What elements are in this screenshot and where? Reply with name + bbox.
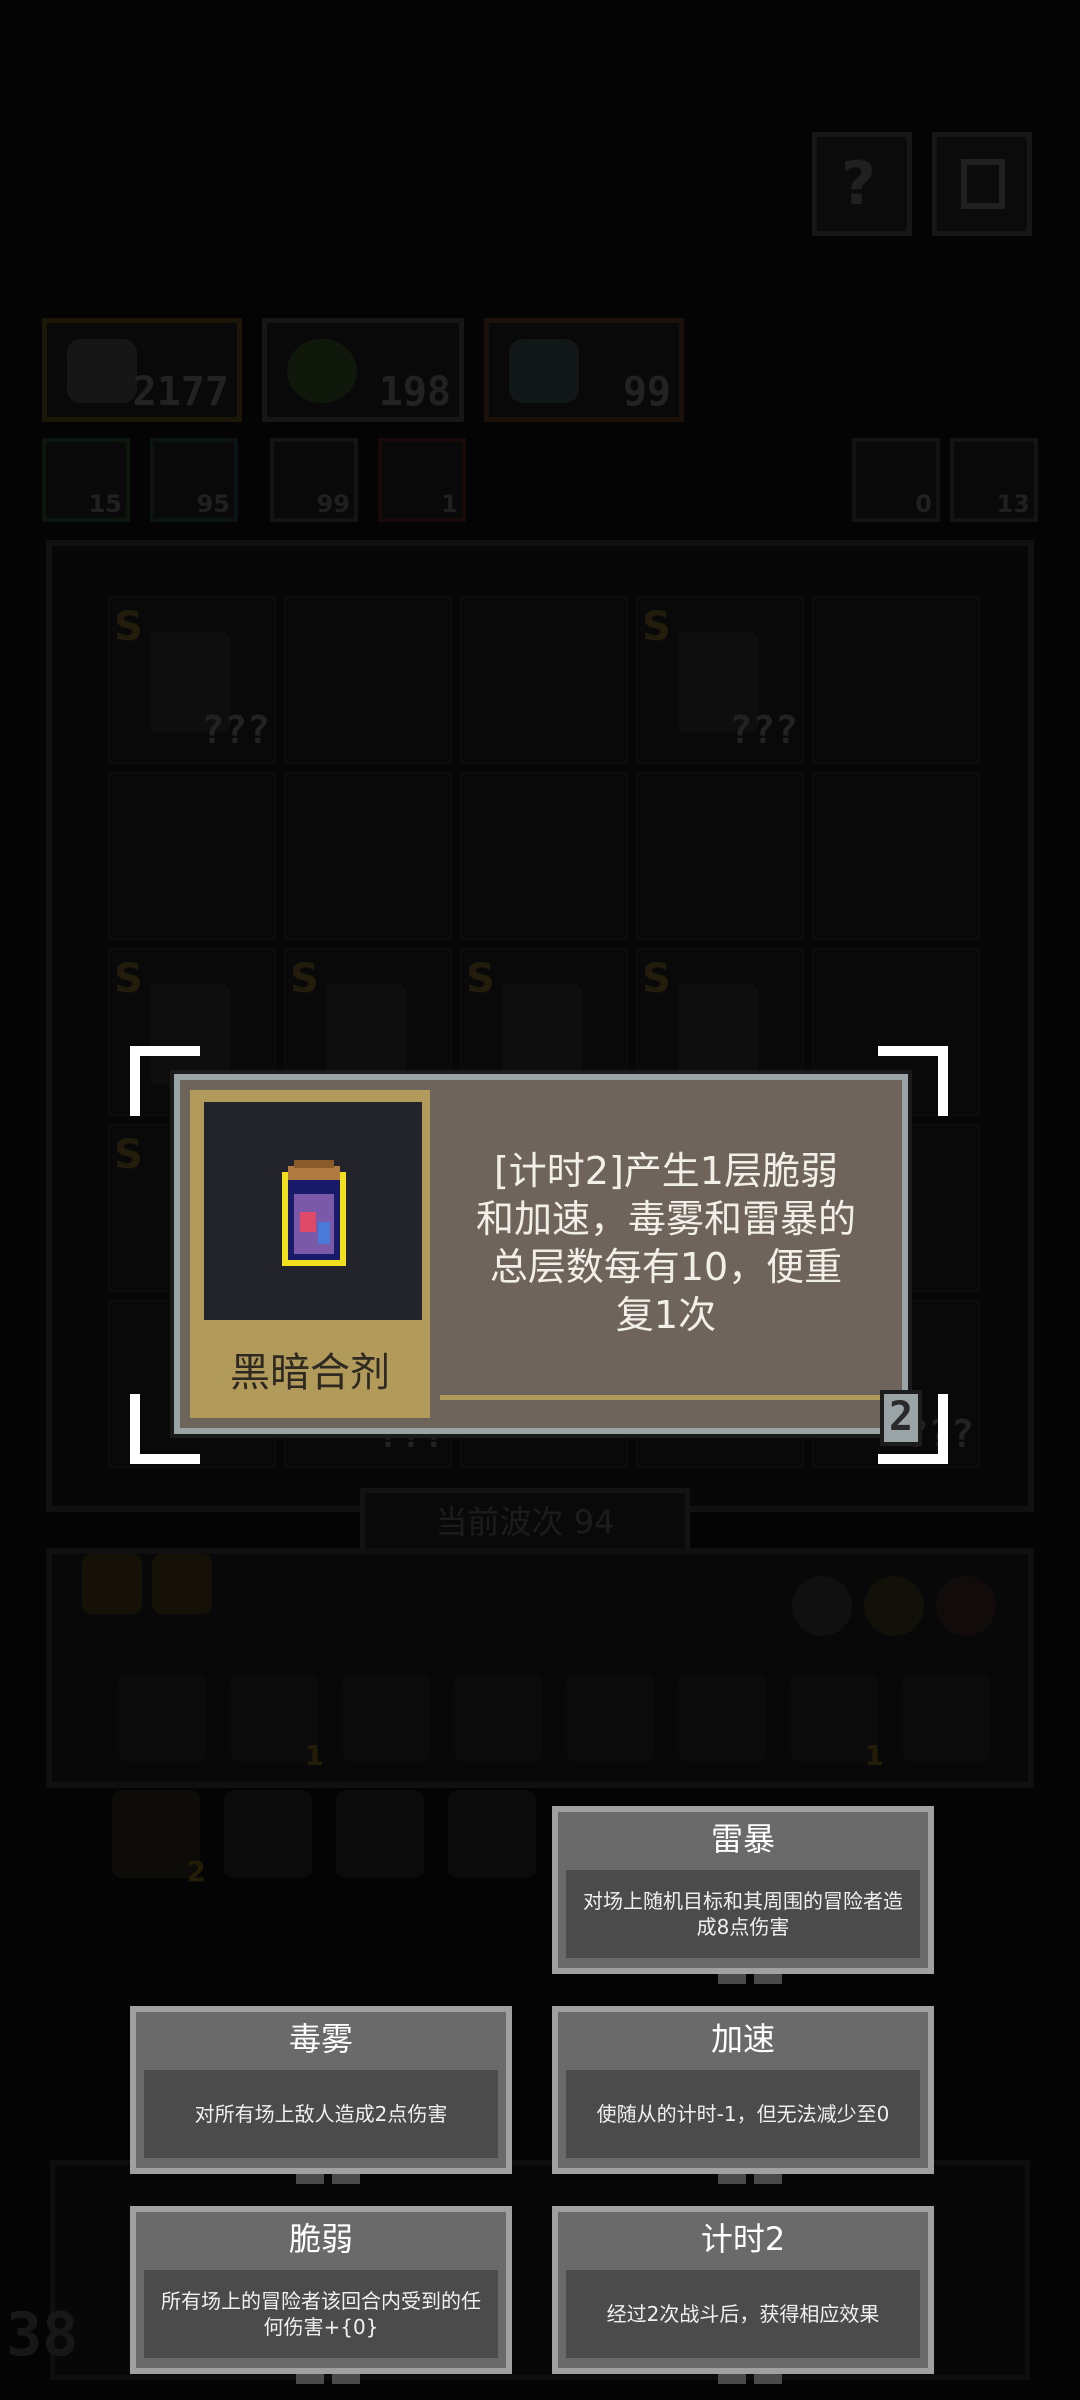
- rank-label: S: [466, 956, 495, 1002]
- board-cell[interactable]: [460, 596, 628, 764]
- pause-button[interactable]: [932, 132, 1032, 236]
- character-icon: [678, 984, 758, 1084]
- board-cell[interactable]: [812, 596, 980, 764]
- stat-orbs: 198: [262, 318, 464, 422]
- item-level-badge: 2: [880, 1390, 922, 1446]
- board-cell[interactable]: [284, 772, 452, 940]
- stat-robot-value: 99: [622, 369, 671, 415]
- rank-label: S: [642, 604, 671, 650]
- tooltip-timer[interactable]: 计时2 经过2次战斗后，获得相应效果: [552, 2206, 934, 2384]
- inventory-item[interactable]: [336, 1790, 424, 1878]
- item-count: 2: [186, 1855, 206, 1888]
- green-orbs-icon: [287, 339, 357, 403]
- mini-stat-swirl-value: 95: [196, 490, 230, 518]
- tooltip-title: 加速: [710, 2020, 775, 2058]
- item-card: 黑暗合剂 [计时2]产生1层脆弱和加速，毒雾和雷暴的总层数每有10，便重复1次 …: [174, 1074, 922, 1446]
- tooltip-vulnerable[interactable]: 脆弱 所有场上的冒险者该回合内受到的任何伤害+{0}: [130, 2206, 512, 2384]
- mini-stat-bolt: 13: [950, 438, 1038, 522]
- rank-label: S: [114, 956, 143, 1002]
- unknown-value: ???: [201, 708, 270, 752]
- tooltip-body: 对场上随机目标和其周围的冒险者造成8点伤害: [566, 1870, 920, 1958]
- tooltip-body: 使随从的计时-1，但无法减少至0: [566, 2070, 920, 2158]
- item-description: [计时2]产生1层脆弱和加速，毒雾和雷暴的总层数每有10，便重复1次: [476, 1148, 857, 1337]
- stat-robot: 99: [484, 318, 684, 422]
- inventory-item[interactable]: [454, 1674, 542, 1762]
- item-count: 1: [304, 1739, 324, 1772]
- help-button[interactable]: ?: [812, 132, 912, 236]
- tooltip-title: 雷暴: [710, 1820, 775, 1858]
- tooltip-title: 脆弱: [288, 2220, 353, 2258]
- item-count: 1: [864, 1739, 884, 1772]
- inventory-item[interactable]: [448, 1790, 536, 1878]
- stat-attack-value: 2177: [132, 369, 229, 415]
- inventory-panel: 1 1: [46, 1548, 1034, 1788]
- inventory-item[interactable]: 1: [790, 1674, 884, 1772]
- ring-icon[interactable]: [792, 1576, 852, 1636]
- unknown-value: ???: [729, 708, 798, 752]
- pause-icon: [961, 159, 1005, 209]
- inventory-item[interactable]: [902, 1674, 990, 1762]
- mini-stat-heart-value: 1: [441, 490, 458, 518]
- stat-attack: 2177: [42, 318, 242, 422]
- board-cell[interactable]: [812, 772, 980, 940]
- mini-stat-bolt-value: 13: [996, 490, 1030, 518]
- board-cell[interactable]: S???: [636, 596, 804, 764]
- item-icon-frame: [204, 1102, 422, 1320]
- character-icon: [502, 984, 582, 1084]
- rank-label: S: [290, 956, 319, 1002]
- mini-stat-leaf-value: 15: [88, 490, 122, 518]
- board-cell[interactable]: [460, 772, 628, 940]
- mini-stat-refresh-value: 0: [915, 490, 932, 518]
- shield-arrow-icon: [67, 339, 137, 403]
- mini-stat-wings: 99: [270, 438, 358, 522]
- board-cell[interactable]: S???: [108, 596, 276, 764]
- tooltip-body: 对所有场上敌人造成2点伤害: [144, 2070, 498, 2158]
- inventory-item-selected[interactable]: 2: [112, 1790, 206, 1888]
- flag-icon[interactable]: [152, 1554, 212, 1614]
- dark-potion-icon: [282, 1160, 346, 1266]
- mini-stat-swirl: 95: [150, 438, 238, 522]
- item-description-panel: [计时2]产生1层脆弱和加速，毒雾和雷暴的总层数每有10，便重复1次: [440, 1090, 892, 1400]
- wave-counter: 当前波次 94: [360, 1488, 690, 1556]
- question-icon: ?: [841, 149, 876, 219]
- hud-counter: 38: [6, 2300, 79, 2370]
- inventory-item[interactable]: [118, 1674, 206, 1762]
- tooltip-poison-fog[interactable]: 毒雾 对所有场上敌人造成2点伤害: [130, 2006, 512, 2184]
- rank-label: S: [114, 604, 143, 650]
- tooltip-body: 经过2次战斗后，获得相应效果: [566, 2270, 920, 2358]
- mini-stat-wings-value: 99: [316, 490, 350, 518]
- mini-stat-heart: 1: [378, 438, 466, 522]
- ring-icon[interactable]: [864, 1576, 924, 1636]
- board-cell[interactable]: [284, 596, 452, 764]
- flag-icon[interactable]: [82, 1554, 142, 1614]
- mini-stat-leaf: 15: [42, 438, 130, 522]
- inventory-item[interactable]: 1: [230, 1674, 324, 1772]
- tooltip-haste[interactable]: 加速 使随从的计时-1，但无法减少至0: [552, 2006, 934, 2184]
- board-cell[interactable]: [108, 772, 276, 940]
- ring-icon[interactable]: [936, 1576, 996, 1636]
- rank-label: S: [114, 1132, 143, 1178]
- rank-label: S: [642, 956, 671, 1002]
- tooltip-title: 毒雾: [288, 2020, 353, 2058]
- robot-icon: [509, 339, 579, 403]
- inventory-item[interactable]: [566, 1674, 654, 1762]
- character-icon: [326, 984, 406, 1084]
- tooltip-thunderstorm[interactable]: 雷暴 对场上随机目标和其周围的冒险者造成8点伤害: [552, 1806, 934, 1984]
- inventory-item[interactable]: [224, 1790, 312, 1878]
- item-name: 黑暗合剂: [230, 1350, 390, 1396]
- mini-stat-refresh: 0: [852, 438, 940, 522]
- tooltip-title: 计时2: [700, 2220, 786, 2258]
- board-cell[interactable]: [636, 772, 804, 940]
- inventory-item[interactable]: [342, 1674, 430, 1762]
- inventory-item[interactable]: [678, 1674, 766, 1762]
- tooltip-body: 所有场上的冒险者该回合内受到的任何伤害+{0}: [144, 2270, 498, 2358]
- stat-orbs-value: 198: [378, 369, 451, 415]
